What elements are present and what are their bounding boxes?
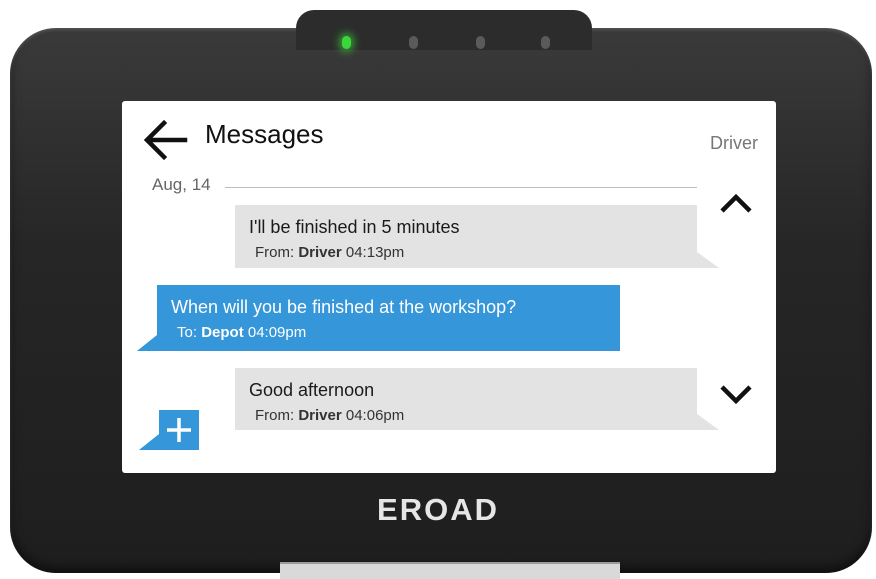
message-meta-prefix: To: — [177, 324, 202, 341]
message-bubble-incoming[interactable]: I'll be finished in 5 minutes From: Driv… — [235, 205, 719, 268]
plus-icon — [167, 418, 191, 442]
message-text: Good afternoon — [249, 380, 375, 400]
chevron-up-icon[interactable] — [719, 192, 753, 214]
message-text: I'll be finished in 5 minutes — [249, 217, 460, 237]
message-time: 04:06pm — [345, 407, 405, 424]
message-meta: From: Driver 04:13pm — [255, 244, 404, 261]
message-meta-prefix: From: — [255, 407, 299, 424]
chevron-down-icon[interactable] — [719, 383, 753, 405]
date-group-label: Aug, 14 — [152, 175, 211, 194]
arrow-left-icon[interactable] — [142, 119, 188, 161]
message-time: 04:09pm — [247, 324, 307, 341]
bubble-tail — [137, 335, 157, 351]
status-led-4 — [541, 36, 550, 49]
message-meta: To: Depot 04:09pm — [177, 324, 306, 341]
message-text: When will you be finished at the worksho… — [171, 297, 517, 317]
bubble-tail — [697, 252, 719, 268]
message-meta-prefix: From: — [255, 244, 299, 261]
message-party: Driver — [298, 407, 342, 424]
bubble-tail — [697, 414, 719, 430]
device-bottom-tab — [280, 562, 620, 579]
message-time: 04:13pm — [345, 244, 405, 261]
user-role-label: Driver — [710, 133, 758, 153]
message-bubble-incoming[interactable]: Good afternoon From: Driver 04:06pm — [235, 368, 719, 430]
status-led-3 — [476, 36, 485, 49]
page-title: Messages — [205, 119, 324, 149]
compose-button-tail — [139, 434, 159, 450]
status-led-2 — [409, 36, 418, 49]
message-party: Driver — [298, 244, 342, 261]
device-brand-logo: EROAD — [377, 492, 499, 527]
message-party: Depot — [201, 324, 244, 341]
status-led-1 — [342, 36, 351, 49]
message-bubble-outgoing[interactable]: When will you be finished at the worksho… — [137, 285, 620, 351]
date-divider — [225, 187, 697, 188]
messages-screen: Messages Driver Aug, 14 I'll be finished… — [122, 101, 776, 473]
message-meta: From: Driver 04:06pm — [255, 407, 404, 424]
new-message-button[interactable] — [159, 410, 199, 450]
